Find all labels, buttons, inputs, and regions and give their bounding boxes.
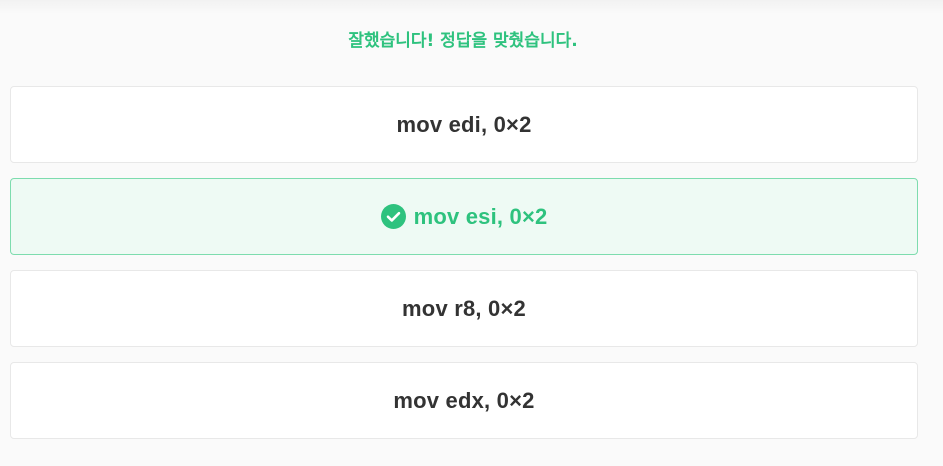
- quiz-page: 잘했습니다! 정답을 맞췄습니다. mov edi, 0×2 mov esi, …: [0, 0, 943, 466]
- answer-option-1[interactable]: mov edi, 0×2: [10, 86, 918, 163]
- answer-option-2-correct[interactable]: mov esi, 0×2: [10, 178, 918, 255]
- answer-option-label: mov r8, 0×2: [402, 295, 526, 321]
- check-circle-icon: [380, 204, 406, 229]
- feedback-message: 잘했습니다! 정답을 맞췄습니다.: [348, 31, 578, 51]
- answer-option-label: mov edx, 0×2: [393, 387, 535, 413]
- top-divider: [0, 0, 943, 14]
- answer-options: mov edi, 0×2 mov esi, 0×2 mov r8, 0×2 mo…: [10, 86, 918, 454]
- answer-option-label: mov edi, 0×2: [396, 111, 532, 137]
- answer-option-label: mov esi, 0×2: [413, 203, 548, 229]
- answer-option-3[interactable]: mov r8, 0×2: [10, 270, 918, 347]
- answer-option-4[interactable]: mov edx, 0×2: [10, 362, 918, 439]
